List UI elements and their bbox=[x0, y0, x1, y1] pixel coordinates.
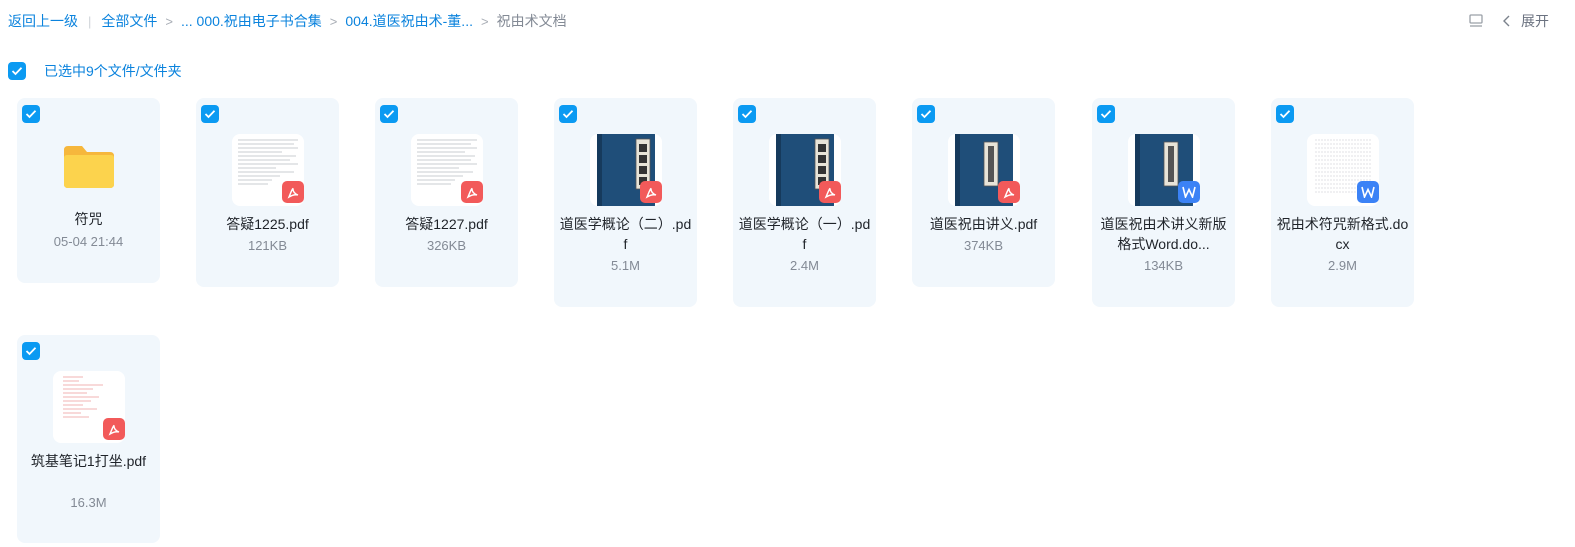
file-card-pdf[interactable]: 筑基笔记1打坐.pdf 16.3M bbox=[17, 335, 160, 543]
file-name: 符咒 bbox=[74, 211, 103, 227]
file-checkbox[interactable] bbox=[201, 105, 219, 123]
check-icon bbox=[25, 347, 37, 356]
file-card-folder[interactable]: 符咒 05-04 21:44 bbox=[17, 98, 160, 283]
word-icon bbox=[1178, 181, 1200, 203]
chevron-right-icon: > bbox=[480, 13, 489, 29]
file-name: 道医祝由术讲义新版格式Word.do... bbox=[1100, 216, 1227, 252]
file-checkbox[interactable] bbox=[22, 105, 40, 123]
file-card-pdf[interactable]: 道医学概论（二）.pdf 5.1M bbox=[554, 98, 697, 307]
file-name: 道医学概论（一）.pdf bbox=[738, 216, 871, 252]
selection-bar: 已选中9个文件/文件夹 bbox=[8, 61, 182, 81]
file-card-pdf[interactable]: 道医学概论（一）.pdf 2.4M bbox=[733, 98, 876, 307]
chevron-right-icon: > bbox=[165, 13, 173, 29]
breadcrumb-current: 祝由术文档 bbox=[496, 13, 567, 29]
expand-label: 展开 bbox=[1521, 13, 1549, 29]
file-meta: 2.4M bbox=[790, 258, 819, 273]
top-bar: 返回上一级 | 全部文件 > ... 000.祝由电子书合集 > 004.道医祝… bbox=[0, 0, 1575, 44]
check-icon bbox=[383, 110, 395, 119]
file-checkbox[interactable] bbox=[559, 105, 577, 123]
file-meta: 2.9M bbox=[1328, 258, 1357, 273]
file-checkbox[interactable] bbox=[738, 105, 756, 123]
breadcrumb: 返回上一级 | 全部文件 > ... 000.祝由电子书合集 > 004.道医祝… bbox=[8, 11, 567, 31]
file-meta: 121KB bbox=[247, 238, 288, 253]
file-checkbox[interactable] bbox=[380, 105, 398, 123]
pdf-icon bbox=[640, 181, 662, 203]
file-name: 答疑1225.pdf bbox=[226, 216, 309, 232]
file-meta: 374KB bbox=[963, 238, 1004, 253]
file-meta: 326KB bbox=[426, 238, 467, 253]
check-icon bbox=[1279, 110, 1291, 119]
file-card-word[interactable]: 祝由术符咒新格式.docx 2.9M bbox=[1271, 98, 1414, 307]
file-checkbox[interactable] bbox=[1276, 105, 1294, 123]
check-icon bbox=[11, 67, 23, 76]
top-right-tools: 展开 bbox=[1467, 11, 1549, 31]
file-card-pdf[interactable]: 答疑1227.pdf 326KB bbox=[375, 98, 518, 287]
pdf-icon bbox=[103, 418, 125, 440]
folder-icon bbox=[64, 146, 114, 188]
file-name: 祝由术符咒新格式.docx bbox=[1276, 216, 1409, 252]
file-card-pdf[interactable]: 道医祝由讲义.pdf 374KB bbox=[912, 98, 1055, 287]
chevron-left-icon bbox=[1503, 15, 1510, 27]
breadcrumb-divider: | bbox=[88, 13, 92, 29]
select-all-checkbox[interactable] bbox=[8, 62, 26, 80]
file-name: 筑基笔记1打坐.pdf bbox=[30, 453, 147, 469]
breadcrumb-level2[interactable]: 004.道医祝由术-董... bbox=[345, 11, 473, 31]
file-name: 道医学概论（二）.pdf bbox=[559, 216, 692, 252]
check-icon bbox=[741, 110, 753, 119]
check-icon bbox=[1100, 110, 1112, 119]
breadcrumb-level1[interactable]: ... 000.祝由电子书合集 bbox=[181, 11, 322, 31]
pdf-icon bbox=[819, 181, 841, 203]
file-name: 道医祝由讲义.pdf bbox=[929, 216, 1038, 232]
file-checkbox[interactable] bbox=[917, 105, 935, 123]
check-icon bbox=[920, 110, 932, 119]
chevron-right-icon: > bbox=[329, 13, 338, 29]
list-view-icon[interactable] bbox=[1467, 12, 1485, 30]
check-icon bbox=[562, 110, 574, 119]
file-checkbox[interactable] bbox=[22, 342, 40, 360]
pdf-icon bbox=[461, 181, 483, 203]
selection-count: 已选中9个文件/文件夹 bbox=[44, 63, 182, 79]
file-checkbox[interactable] bbox=[1097, 105, 1115, 123]
file-name: 答疑1227.pdf bbox=[405, 216, 488, 232]
check-icon bbox=[25, 110, 37, 119]
file-meta: 134KB bbox=[1143, 258, 1184, 273]
file-meta: 5.1M bbox=[611, 258, 640, 273]
file-meta: 16.3M bbox=[70, 495, 107, 510]
file-meta: 05-04 21:44 bbox=[53, 234, 124, 249]
check-icon bbox=[204, 110, 216, 119]
pdf-icon bbox=[282, 181, 304, 203]
back-link[interactable]: 返回上一级 bbox=[8, 11, 78, 31]
word-icon bbox=[1357, 181, 1379, 203]
file-card-pdf[interactable]: 答疑1225.pdf 121KB bbox=[196, 98, 339, 287]
file-card-word[interactable]: 道医祝由术讲义新版格式Word.do... 134KB bbox=[1092, 98, 1235, 307]
pdf-icon bbox=[998, 181, 1020, 203]
expand-button[interactable]: 展开 bbox=[1503, 11, 1549, 31]
breadcrumb-all-files[interactable]: 全部文件 bbox=[101, 11, 157, 31]
